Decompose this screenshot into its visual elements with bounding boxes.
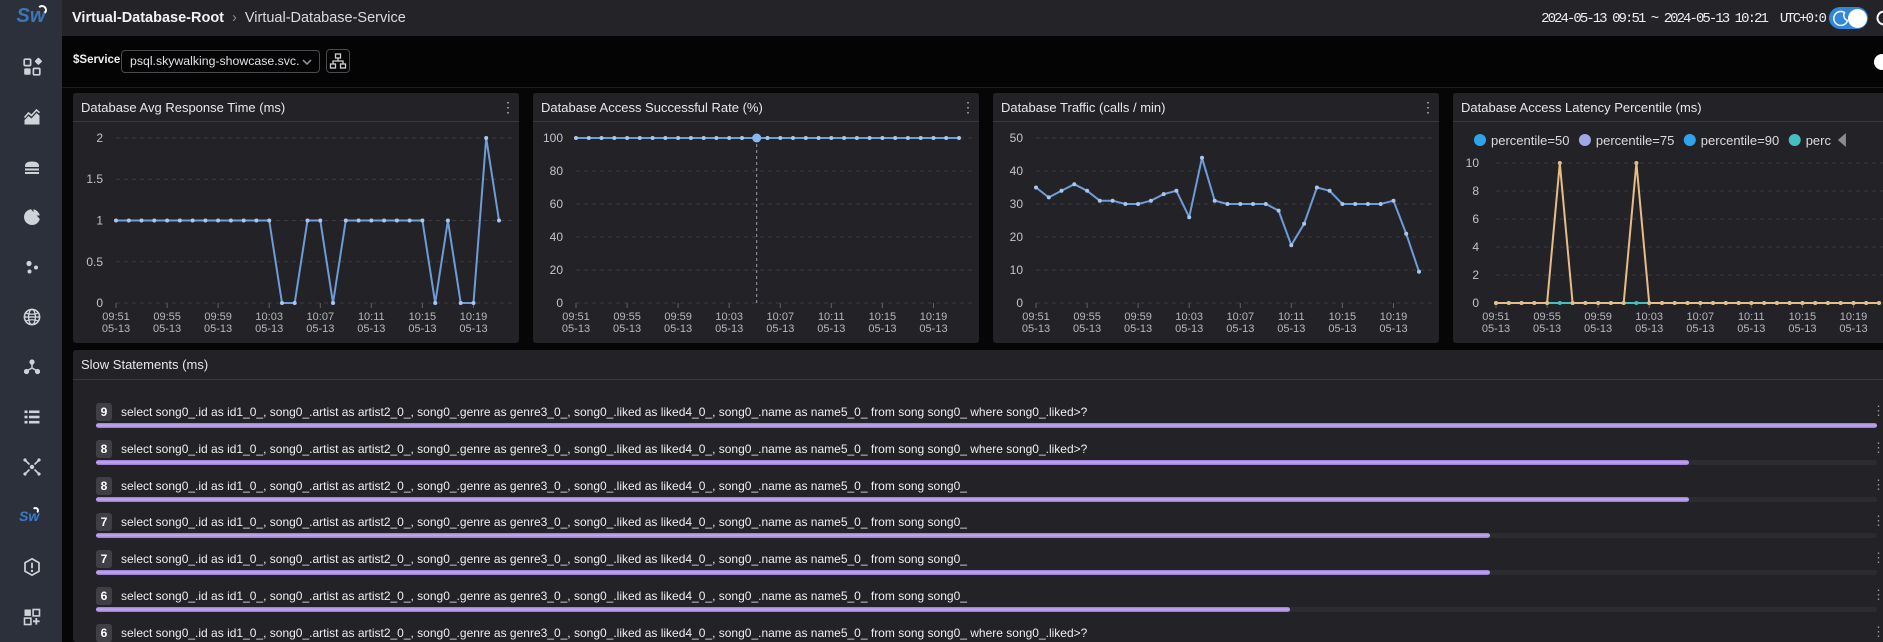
svg-text:10: 10: [1466, 156, 1480, 170]
svg-text:05-13: 05-13: [1226, 323, 1254, 335]
svg-text:10:15: 10:15: [869, 311, 897, 323]
svg-text:05-13: 05-13: [1686, 323, 1714, 335]
svg-text:05-13: 05-13: [357, 323, 385, 335]
svg-text:10:11: 10:11: [818, 311, 845, 323]
svg-text:0: 0: [1016, 296, 1023, 310]
svg-text:percentile=90: percentile=90: [1701, 133, 1779, 148]
svg-text:10:03: 10:03: [715, 311, 743, 323]
svg-text:10:15: 10:15: [1789, 311, 1817, 323]
svg-text:30: 30: [1010, 197, 1024, 211]
svg-text:10:11: 10:11: [1738, 311, 1765, 323]
svg-text:09:59: 09:59: [1124, 311, 1152, 323]
svg-text:10:15: 10:15: [1329, 311, 1357, 323]
svg-text:09:51: 09:51: [1022, 311, 1050, 323]
svg-text:0: 0: [1472, 296, 1479, 310]
svg-text:4: 4: [1472, 240, 1479, 254]
svg-text:05-13: 05-13: [1022, 323, 1050, 335]
svg-text:09:51: 09:51: [1482, 311, 1510, 323]
svg-text:10:19: 10:19: [1380, 311, 1408, 323]
svg-text:05-13: 05-13: [1533, 323, 1561, 335]
svg-text:10:19: 10:19: [460, 311, 488, 323]
svg-text:05-13: 05-13: [459, 323, 487, 335]
svg-text:05-13: 05-13: [204, 323, 232, 335]
svg-text:05-13: 05-13: [868, 323, 896, 335]
svg-text:10: 10: [1010, 263, 1024, 277]
svg-text:05-13: 05-13: [408, 323, 436, 335]
svg-text:60: 60: [550, 197, 564, 211]
svg-text:20: 20: [550, 263, 564, 277]
svg-text:0: 0: [556, 296, 563, 310]
svg-text:05-13: 05-13: [255, 323, 283, 335]
svg-text:05-13: 05-13: [1073, 323, 1101, 335]
svg-text:09:55: 09:55: [613, 311, 641, 323]
svg-text:05-13: 05-13: [306, 323, 334, 335]
svg-text:05-13: 05-13: [1175, 323, 1203, 335]
svg-text:05-13: 05-13: [1839, 323, 1867, 335]
svg-text:10:07: 10:07: [1687, 311, 1715, 323]
svg-text:percentile=50: percentile=50: [1491, 133, 1569, 148]
svg-text:05-13: 05-13: [1635, 323, 1663, 335]
svg-text:05-13: 05-13: [613, 323, 641, 335]
svg-text:05-13: 05-13: [817, 323, 845, 335]
svg-text:09:59: 09:59: [204, 311, 232, 323]
svg-text:100: 100: [543, 131, 563, 145]
svg-text:05-13: 05-13: [1124, 323, 1152, 335]
svg-text:10:03: 10:03: [1635, 311, 1663, 323]
svg-text:05-13: 05-13: [1788, 323, 1816, 335]
svg-text:10:03: 10:03: [1175, 311, 1203, 323]
svg-text:10:15: 10:15: [409, 311, 437, 323]
svg-text:10:19: 10:19: [1840, 311, 1868, 323]
svg-text:10:07: 10:07: [767, 311, 795, 323]
svg-text:6: 6: [1472, 212, 1479, 226]
svg-text:09:55: 09:55: [1073, 311, 1101, 323]
svg-text:10:03: 10:03: [255, 311, 283, 323]
svg-text:50: 50: [1010, 131, 1024, 145]
svg-text:09:59: 09:59: [664, 311, 692, 323]
svg-text:05-13: 05-13: [1584, 323, 1612, 335]
svg-text:05-13: 05-13: [919, 323, 947, 335]
svg-text:10:11: 10:11: [358, 311, 385, 323]
svg-text:05-13: 05-13: [153, 323, 181, 335]
svg-text:40: 40: [550, 230, 564, 244]
svg-text:10:19: 10:19: [920, 311, 948, 323]
svg-text:09:55: 09:55: [1533, 311, 1561, 323]
svg-text:percentile=75: percentile=75: [1596, 133, 1674, 148]
svg-text:1.5: 1.5: [86, 172, 103, 186]
svg-text:09:55: 09:55: [153, 311, 181, 323]
svg-text:2: 2: [1472, 268, 1479, 282]
svg-text:09:59: 09:59: [1584, 311, 1612, 323]
svg-text:10:07: 10:07: [1227, 311, 1255, 323]
svg-text:8: 8: [1472, 184, 1479, 198]
svg-text:20: 20: [1010, 230, 1024, 244]
svg-text:09:51: 09:51: [102, 311, 130, 323]
svg-text:05-13: 05-13: [562, 323, 590, 335]
svg-text:05-13: 05-13: [102, 323, 130, 335]
svg-text:2: 2: [96, 131, 103, 145]
svg-text:0: 0: [96, 296, 103, 310]
svg-text:0.5: 0.5: [86, 255, 103, 269]
svg-text:05-13: 05-13: [766, 323, 794, 335]
svg-text:1: 1: [96, 214, 103, 228]
svg-text:perc: perc: [1806, 133, 1832, 148]
svg-text:80: 80: [550, 164, 564, 178]
svg-text:05-13: 05-13: [1737, 323, 1765, 335]
svg-text:10:11: 10:11: [1278, 311, 1305, 323]
svg-text:05-13: 05-13: [1482, 323, 1510, 335]
svg-text:05-13: 05-13: [715, 323, 743, 335]
svg-text:10:07: 10:07: [307, 311, 335, 323]
svg-text:09:51: 09:51: [562, 311, 590, 323]
svg-text:40: 40: [1010, 164, 1024, 178]
svg-text:05-13: 05-13: [1379, 323, 1407, 335]
svg-text:05-13: 05-13: [1277, 323, 1305, 335]
svg-text:05-13: 05-13: [664, 323, 692, 335]
svg-text:05-13: 05-13: [1328, 323, 1356, 335]
